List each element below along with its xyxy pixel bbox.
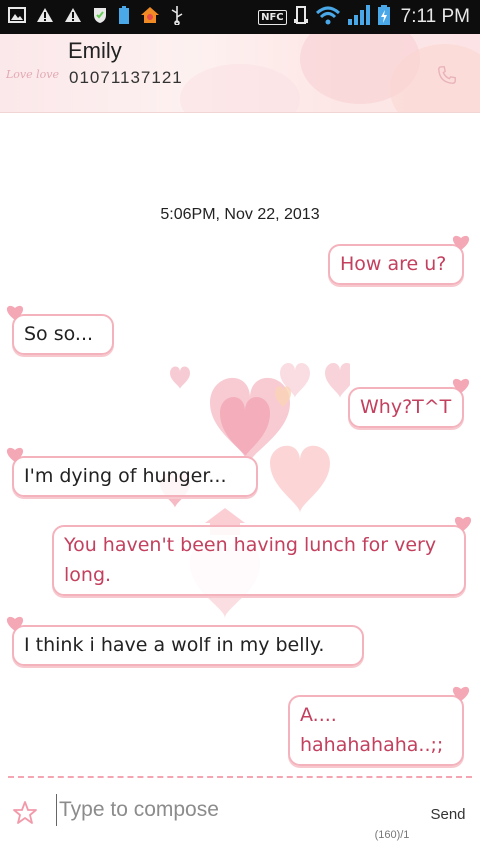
shield-check-icon	[92, 6, 108, 28]
nfc-icon: NFC	[258, 9, 287, 25]
phone-icon[interactable]	[436, 64, 458, 86]
usb-icon	[170, 5, 184, 29]
battery-charging-icon	[377, 4, 391, 30]
heart-icon	[452, 378, 470, 393]
home-app-icon	[140, 6, 160, 28]
heart-icon	[6, 447, 24, 462]
message-text: How are u?	[340, 253, 447, 275]
image-icon	[8, 7, 26, 27]
message-text: Why?T^T	[360, 396, 452, 418]
contact-name[interactable]: Emily	[68, 38, 122, 64]
message-text: So so...	[24, 323, 94, 345]
heart-icon	[452, 686, 470, 701]
heart-icon	[452, 235, 470, 250]
warning-icon	[64, 7, 82, 27]
heart-icon	[6, 305, 24, 320]
warning-icon	[36, 7, 54, 27]
theme-logo: Love love	[6, 68, 60, 81]
message-bubble-outgoing[interactable]: Why?T^T	[348, 378, 470, 428]
heart-icon	[6, 616, 24, 631]
battery-saver-icon	[118, 5, 130, 29]
contact-number: 01071137121	[69, 68, 183, 87]
message-bubble-incoming[interactable]: I'm dying of hunger...	[6, 447, 258, 497]
message-bubble-outgoing[interactable]: A.... hahahahaha..;;	[288, 686, 470, 766]
message-bubble-outgoing[interactable]: How are u?	[328, 235, 470, 285]
conversation-view[interactable]: 5:06PM, Nov 22, 2013 How are u? So so...…	[0, 113, 480, 775]
clock: 7:11 PM	[400, 6, 470, 27]
character-counter: (160)/1	[374, 829, 410, 841]
message-bubble-outgoing[interactable]: You haven't been having lunch for very l…	[52, 516, 472, 596]
send-button[interactable]: Send	[424, 800, 472, 828]
message-text: I'm dying of hunger...	[24, 465, 227, 487]
vibrate-icon	[293, 5, 309, 29]
message-bubble-incoming[interactable]: So so...	[6, 305, 114, 355]
star-icon[interactable]	[12, 800, 38, 826]
message-bubble-incoming[interactable]: I think i have a wolf in my belly.	[6, 616, 364, 666]
compose-input[interactable]	[56, 794, 359, 826]
message-text: I think i have a wolf in my belly.	[24, 634, 325, 656]
status-bar: NFC 7:11 PM	[0, 0, 480, 34]
message-date: 5:06PM, Nov 22, 2013	[160, 206, 320, 223]
wifi-icon	[315, 5, 341, 29]
contact-header: Love love Emily 01071137121	[0, 34, 480, 113]
signal-icon	[347, 5, 371, 29]
message-text: You haven't been having lunch for very l…	[64, 534, 437, 586]
message-text: A.... hahahahaha..;;	[300, 704, 444, 756]
composer-divider	[8, 776, 472, 778]
heart-icon	[454, 516, 472, 531]
